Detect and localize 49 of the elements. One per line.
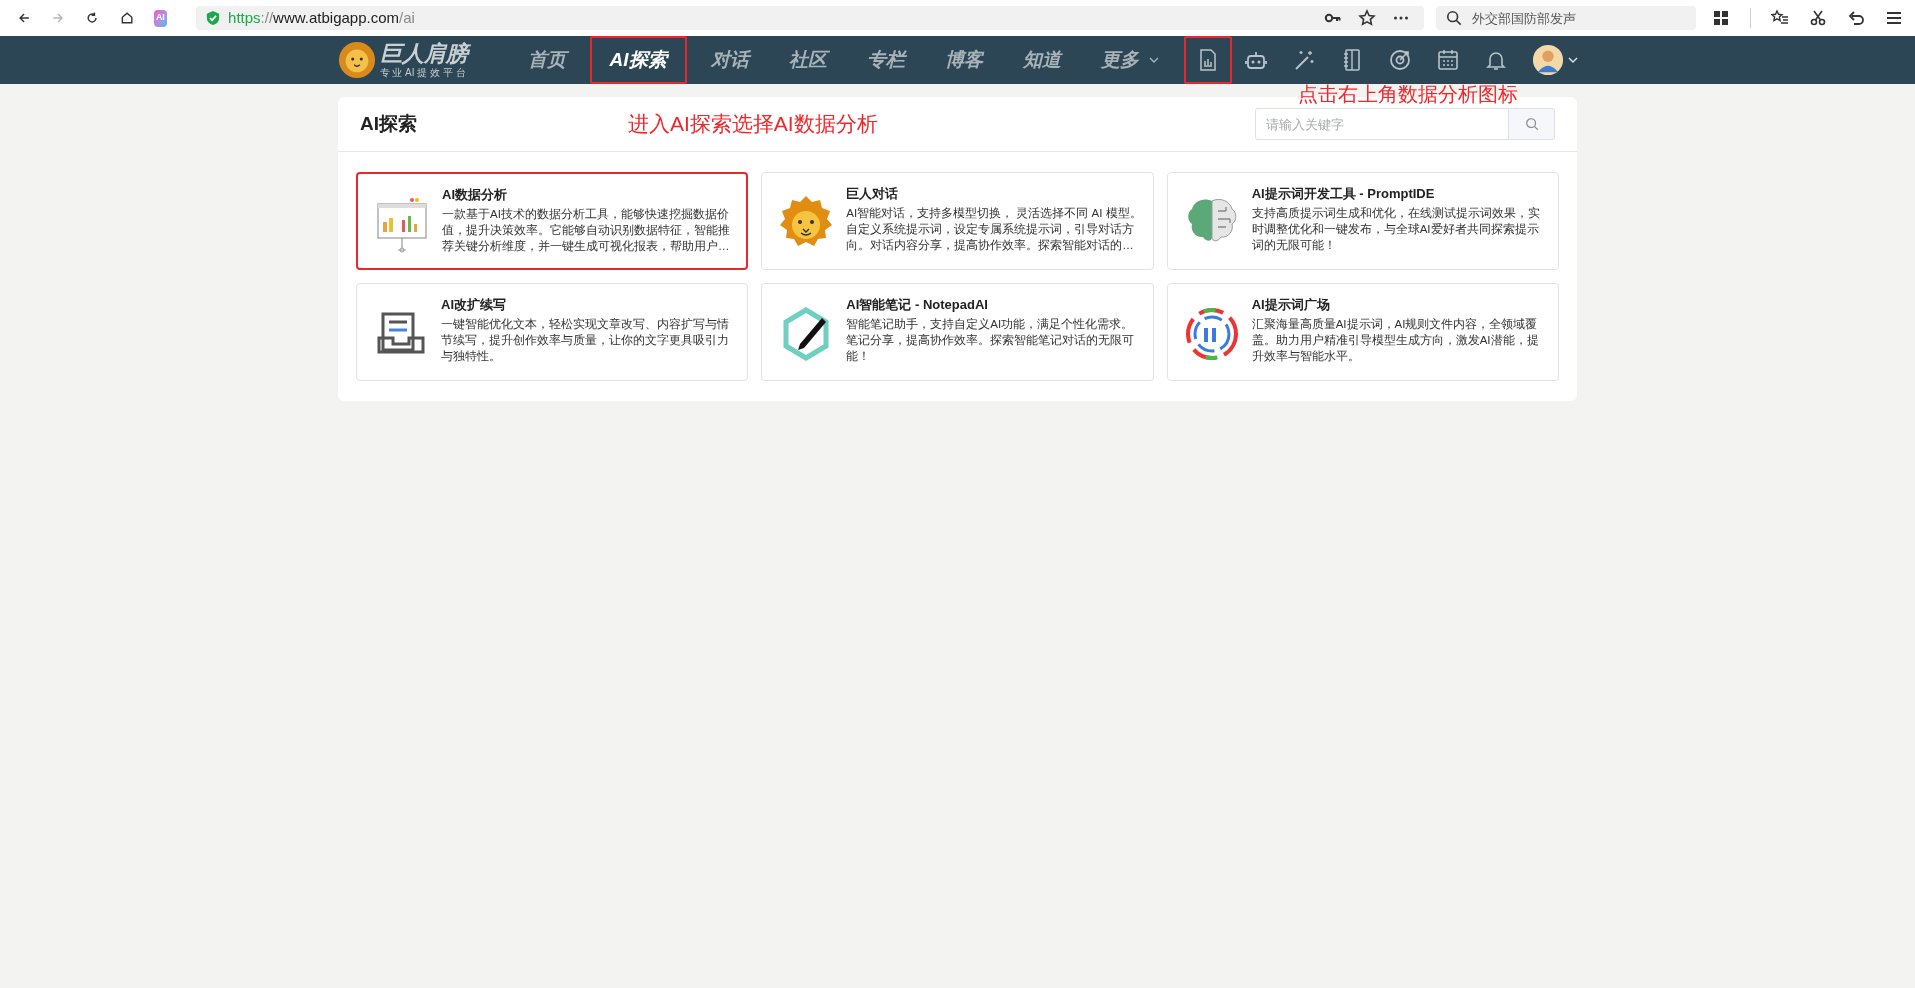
- scissors-icon[interactable]: [1809, 9, 1828, 27]
- card-title: AI智能笔记 - NotepadAI: [846, 296, 989, 314]
- favorites-icon[interactable]: [1771, 9, 1790, 27]
- tool-card[interactable]: AI改扩续写 一键智能优化文本，轻松实现文章改写、内容扩写与情节续写，提升创作效率与质量，让你的文字更具吸引力与独特性。: [356, 283, 749, 381]
- card-description: 一款基于AI技术的数据分析工具，能够快速挖掘数据价值，提升决策效率。它能够自动识别数据特征，智能推荐关键分析维度，并一键生成可视化报表，帮助用户…: [442, 207, 731, 254]
- nav-tab[interactable]: 专栏: [846, 36, 925, 84]
- undo-icon[interactable]: [1847, 9, 1866, 27]
- nav-tab[interactable]: 更多: [1080, 36, 1179, 84]
- card-description: 智能笔记助手，支持自定义AI功能，满足个性化需求。笔记分享，提高协作效率。探索智能笔记对话的无限可能！: [846, 317, 1136, 364]
- tool-card[interactable]: AI提示词广场 汇聚海量高质量AI提示词，AI规则文件内容，全领域覆盖。助力用户精准引导模型生成方向，激发AI潜能，提升效率与智能水平。: [1166, 283, 1559, 381]
- card-title: AI提示词广场: [1251, 296, 1331, 314]
- tool-card[interactable]: AI提示词开发工具 - PromptIDE 支持高质提示词生成和优化，在线测试提示词效果，实时调整优化和一键发布，与全球AI爱好者共同探索提示词的无限可能！: [1166, 172, 1559, 270]
- card-title: 巨人对话: [846, 185, 900, 203]
- logo-tagline: 专 业 AI 提 效 平 台: [379, 66, 467, 78]
- card-description: AI智能对话，支持多模型切换， 灵活选择不同 AI 模型。自定义系统提示词，设定专属系统提示词，引导对话方向。对话内容分享，提高协作效率。探索智能对话的…: [846, 206, 1143, 253]
- grid-icon[interactable]: [1712, 9, 1731, 27]
- tool-card[interactable]: AI智能笔记 - NotepadAI 智能笔记助手，支持自定义AI功能，满足个性化需求。笔记分享，提高协作效率。探索智能笔记对话的无限可能！: [761, 283, 1154, 381]
- nav-tab[interactable]: AI探索: [589, 36, 687, 84]
- card-title: AI提示词开发工具 - PromptIDE: [1251, 185, 1436, 203]
- card-description: 汇聚海量高质量AI提示词，AI规则文件内容，全领域覆盖。助力用户精准引导模型生成方向，激发AI潜能，提升效率与智能水平。: [1251, 317, 1540, 364]
- shield-icon: [206, 10, 221, 26]
- search-icon: [1524, 117, 1539, 131]
- calendar-icon: [1435, 48, 1460, 72]
- annotation-text: 点击右上角数据分析图标: [1298, 83, 1518, 105]
- card-title: AI改扩续写: [441, 296, 507, 314]
- annotation-text: 进入AI探索选择AI数据分析: [628, 111, 878, 138]
- avatar-icon[interactable]: [1531, 44, 1564, 76]
- page-title: AI探索: [360, 111, 418, 136]
- chart-button[interactable]: [1183, 36, 1232, 84]
- star-icon[interactable]: [1358, 9, 1377, 27]
- card-title: AI数据分析: [442, 186, 508, 204]
- target-icon: [1387, 48, 1412, 72]
- tool-card[interactable]: 巨人对话 AI智能对话，支持多模型切换， 灵活选择不同 AI 模型。自定义系统提示词，设定专属系统提示词，引导对话方向。对话内容分享，提高协作效率。探索智能对话的…: [761, 172, 1154, 270]
- address-bar[interactable]: https://www.atbigapp.com/ai: [196, 6, 1425, 30]
- caret-icon[interactable]: [1567, 55, 1578, 65]
- tool-card[interactable]: AI数据分析 一款基于AI技术的数据分析工具，能够快速挖掘数据价值，提升决策效率。它能够自动识别数据特征，智能推荐关键分析维度，并一键生成可视化报表，帮助用户…: [356, 172, 749, 270]
- lion-logo-icon[interactable]: [337, 41, 376, 79]
- search-icon: [1446, 10, 1463, 26]
- card-description: 支持高质提示词生成和优化，在线测试提示词效果，实时调整优化和一键发布，与全球AI爱好者共同探索提示词的无限可能！: [1251, 206, 1541, 253]
- search-field[interactable]: 请输入关键字: [1255, 108, 1509, 140]
- url-text: https://www.atbigapp.com/ai: [228, 7, 415, 28]
- nav-tab[interactable]: 博客: [924, 36, 1003, 84]
- nav-tab[interactable]: 社区: [768, 36, 847, 84]
- card-description: 一键智能优化文本，轻松实现文章改写、内容扩写与情节续写，提升创作效率与质量，让你的文字更具吸引力与独特性。: [441, 317, 730, 364]
- search-field[interactable]: 外交部国防部发声: [1436, 6, 1697, 30]
- nav-tab[interactable]: 知道: [1002, 36, 1081, 84]
- nav-tab[interactable]: 首页: [507, 36, 586, 84]
- nav-tab[interactable]: 对话: [690, 36, 769, 84]
- menu-icon[interactable]: [1885, 9, 1904, 27]
